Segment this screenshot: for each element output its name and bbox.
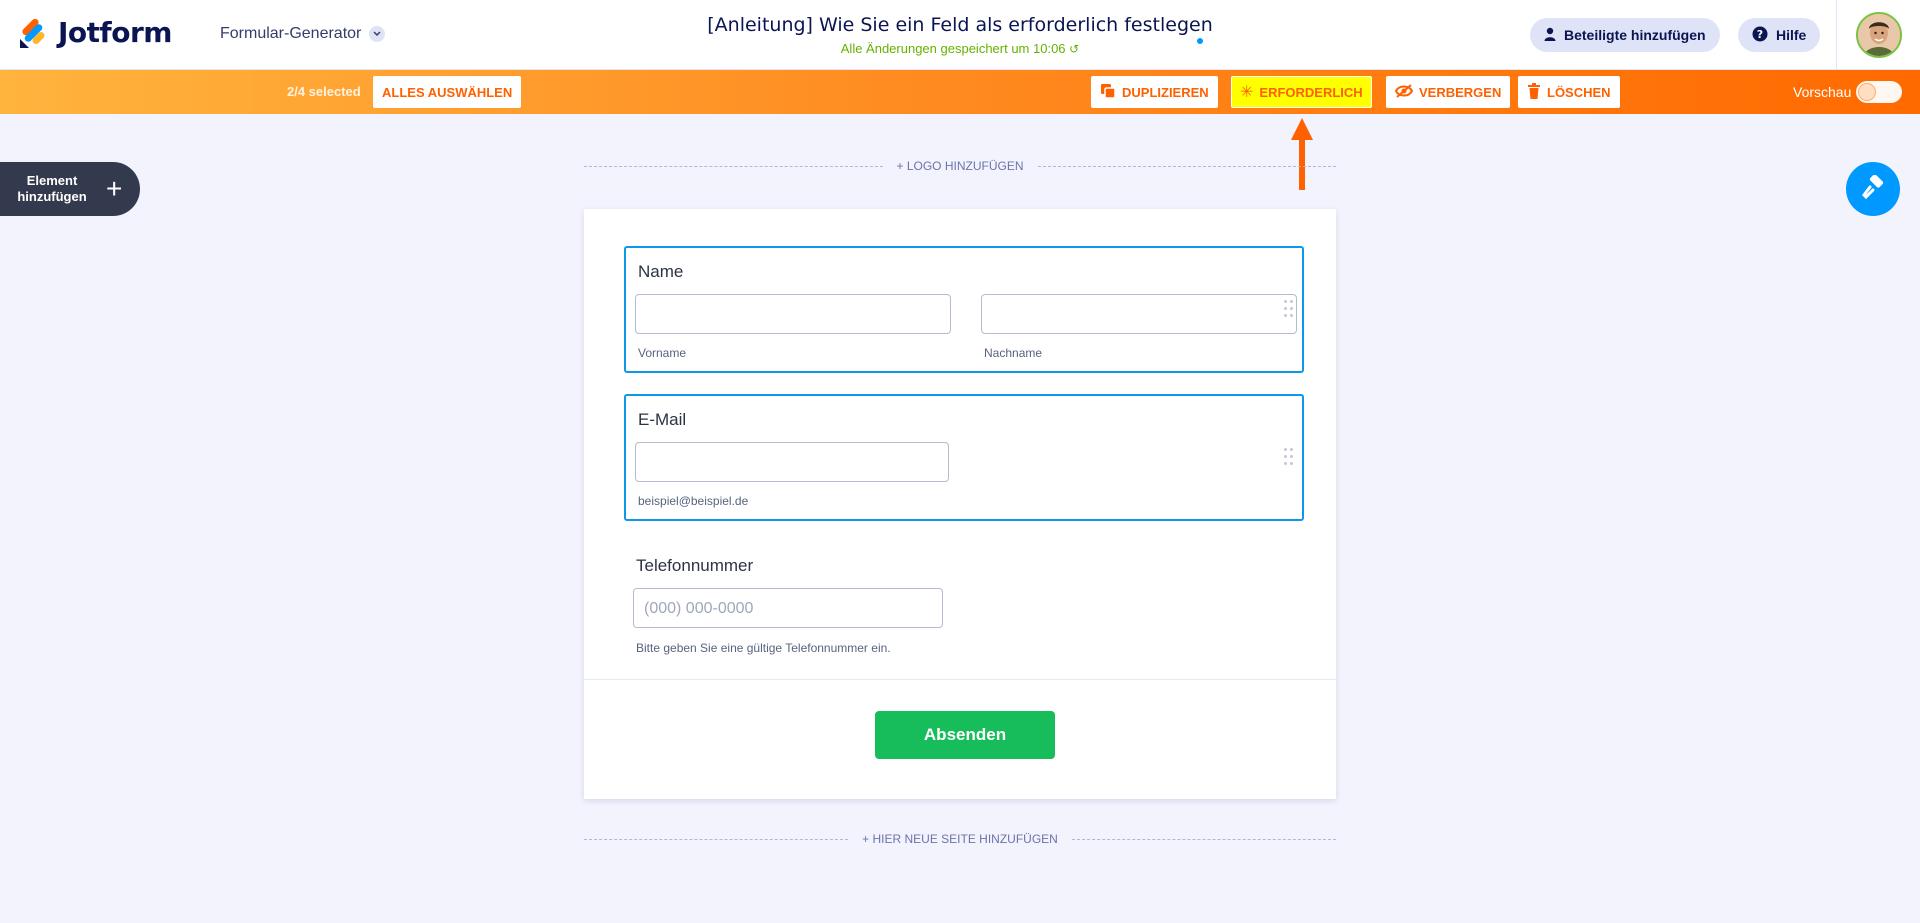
selected-count: 2/4 selected [287,84,361,99]
brand-name: Jotform [58,16,172,49]
invite-button[interactable]: Beteiligte hinzufügen [1530,18,1720,52]
unsaved-dot [1197,38,1203,44]
phone-placeholder: (000) 000-0000 [644,600,754,617]
drag-handle-icon[interactable] [1284,300,1294,320]
add-page-row: + HIER NEUE SEITE HINZUFÜGEN [584,829,1337,849]
jotform-logo-icon [18,17,48,49]
builder-label: Formular-Generator [220,25,362,42]
avatar[interactable] [1855,12,1902,58]
refresh-icon: ↺ [1069,42,1080,56]
duplicate-icon [1100,83,1116,102]
chevron-down-icon [369,26,386,42]
asterisk-icon: ✳ [1240,84,1254,101]
drag-handle-icon[interactable] [1284,448,1294,468]
svg-text:?: ? [1757,28,1763,41]
last-name-input[interactable] [981,294,1297,334]
plus-icon: + [106,173,123,204]
form-card: Name Vorname Nachname E-Mail beispiel@be… [584,209,1336,799]
selection-toolbar: 2/4 selected ALLES AUSWÄHLEN DUPLIZIEREN… [0,70,1920,114]
dashed-divider [584,838,849,840]
email-field[interactable]: E-Mail beispiel@beispiel.de [624,394,1304,521]
hide-label: VERBERGEN [1419,84,1502,100]
required-button[interactable]: ✳ ERFORDERLICH [1231,76,1372,108]
delete-label: LÖSCHEN [1547,84,1611,100]
email-sublabel: beispiel@beispiel.de [638,494,749,508]
paint-roller-icon [1861,173,1885,204]
phone-field[interactable]: Telefonnummer (000) 000-0000 Bitte geben… [624,542,1304,669]
select-all-button[interactable]: ALLES AUSWÄHLEN [373,76,522,108]
delete-button[interactable]: LÖSCHEN [1518,76,1620,108]
add-element-label-line2: hinzufügen [17,189,87,204]
phone-input[interactable]: (000) 000-0000 [633,588,943,628]
phone-label: Telefonnummer [636,556,754,575]
add-logo-link[interactable]: + LOGO HINZUFÜGEN [897,159,1024,173]
email-input[interactable] [635,442,949,482]
user-icon [1544,27,1556,44]
form-title[interactable]: [Anleitung] Wie Sie ein Feld als erforde… [707,14,1213,36]
form-designer-button[interactable] [1846,162,1900,216]
trash-icon [1527,82,1541,102]
add-page-link[interactable]: + HIER NEUE SEITE HINZUFÜGEN [862,832,1058,846]
phone-sublabel: Bitte geben Sie eine gültige Telefonnumm… [636,641,891,655]
first-name-sublabel: Vorname [638,346,687,360]
dashed-divider [1071,838,1337,840]
email-label: E-Mail [638,410,687,429]
add-element-label-line1: Element [26,173,78,188]
help-icon: ? [1752,26,1768,45]
add-logo-row: + LOGO HINZUFÜGEN [584,156,1337,176]
preview-toggle[interactable] [1856,81,1902,103]
hide-button[interactable]: VERBERGEN [1386,76,1511,108]
first-name-input[interactable] [635,294,951,334]
preview-label: Vorschau [1793,84,1852,100]
duplicate-label: DUPLIZIEREN [1122,84,1209,100]
toggle-knob [1858,83,1876,101]
jotform-logo[interactable]: Jotform [18,16,172,49]
submit-button[interactable]: Absenden [875,711,1055,759]
pointer-arrow-icon [1290,116,1314,192]
help-button[interactable]: ? Hilfe [1738,18,1821,52]
duplicate-button[interactable]: DUPLIZIEREN [1091,76,1218,108]
name-field[interactable]: Name Vorname Nachname [624,246,1304,373]
eye-off-icon [1394,83,1414,101]
invite-label: Beteiligte hinzufügen [1564,27,1706,43]
help-label: Hilfe [1776,27,1807,43]
dashed-divider [584,165,883,167]
dashed-divider [1037,165,1337,167]
builder-dropdown[interactable]: Formular-Generator [220,25,386,43]
select-all-label: ALLES AUSWÄHLEN [382,84,513,100]
required-label: ERFORDERLICH [1259,84,1363,100]
last-name-sublabel: Nachname [984,346,1043,360]
form-divider [584,679,1336,680]
add-element-button[interactable]: Element hinzufügen + [0,162,140,216]
saved-status: Alle Änderungen gespeichert um 10:06 [840,41,1066,56]
submit-label: Absenden [923,725,1007,744]
top-header: Jotform Formular-Generator [Anleitung] W… [0,0,1920,70]
name-label: Name [638,262,684,281]
